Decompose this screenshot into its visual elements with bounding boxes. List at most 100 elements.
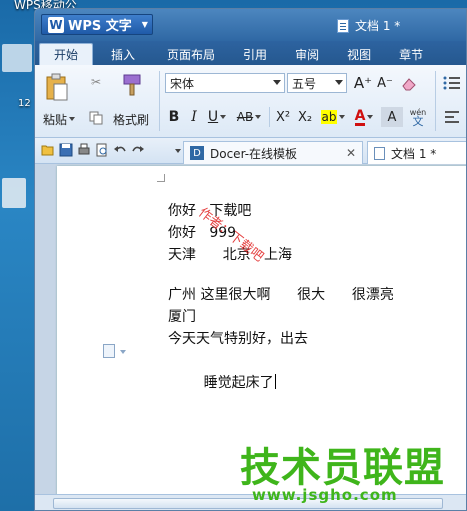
ribbon-tabs: 开始 插入 页面布局 引用 审阅 视图 章节 [35,41,466,65]
char-shading-text: A [387,109,397,125]
save-icon[interactable] [59,143,73,157]
undo-icon[interactable] [113,143,127,157]
separator [269,107,270,127]
chevron-down-icon [255,115,262,119]
horizontal-scrollbar[interactable] [35,494,466,510]
clear-format-button[interactable] [399,73,419,93]
app-menu-button[interactable]: W WPS 文字 ▼ [41,14,153,35]
print-preview-icon[interactable] [95,143,109,157]
highlight-text: ab [320,110,338,124]
grow-font-text: A⁺ [353,74,373,92]
document-line-8-text: 睡觉起床了 [203,375,274,391]
format-painter-icon[interactable] [119,71,145,99]
tab-home[interactable]: 开始 [39,43,94,65]
brush-icon [123,74,141,96]
subscript-button[interactable]: X₂ [295,107,315,127]
close-icon[interactable]: ✕ [346,146,356,160]
align-left-button[interactable] [439,107,465,127]
superscript-text: X² [275,109,291,125]
doc-tab-document1-label: 文档 1 * [391,146,437,161]
site-watermark: 技术员联盟 [240,445,445,491]
copy-icon [89,111,103,125]
title-bar: W WPS 文字 ▼ 文档 1 * [35,9,466,41]
doc-tab-document1[interactable]: 文档 1 * [367,141,466,164]
doc-tab-docer[interactable]: D Docer-在线模板 ✕ [183,141,363,164]
document-line-7[interactable]: 今天天气特别好，出去 [168,328,308,350]
char-shading-button[interactable]: A [381,107,403,127]
italic-text: I [191,109,197,125]
doc-tab-docer-label: Docer-在线模板 [210,146,298,161]
separator [435,71,436,131]
tab-page-layout[interactable]: 页面布局 [153,43,229,65]
highlight-button[interactable]: ab [319,107,347,127]
desktop-icon-2[interactable] [2,178,26,208]
document-line-8[interactable]: 睡觉起床了 [168,350,276,416]
cut-button[interactable]: ✂ [87,73,105,91]
document-line-6[interactable]: 厦门 [168,306,196,328]
paragraph-layout-icon[interactable] [103,344,115,358]
bold-text: B [168,109,180,125]
superscript-button[interactable]: X² [273,107,293,127]
chevron-down-icon [273,80,281,85]
document-icon [374,146,385,160]
pinyin-char: 文 [412,115,424,128]
document-line-5[interactable]: 广州 这里很大啊 很大 很漂亮 [168,284,394,306]
font-color-text: A [354,107,366,126]
redo-icon[interactable] [131,143,145,157]
format-painter-label[interactable]: 格式刷 [109,111,153,127]
tab-view[interactable]: 视图 [333,43,385,65]
document-icon [337,18,349,33]
strikethrough-button[interactable]: AB [233,107,265,127]
eraser-icon [402,78,416,91]
tab-review[interactable]: 审阅 [281,43,333,65]
desktop-icon-label-2: 12 [18,98,31,109]
underline-button[interactable]: U [205,107,229,127]
document-line-3[interactable]: 天津 北京 上海 [168,244,292,266]
paste-label[interactable]: 粘贴 [41,111,77,127]
tab-section[interactable]: 章节 [385,43,437,65]
document-title-text: 文档 1 * [355,19,401,33]
margin-corner-mark [157,174,165,182]
list-icon [443,76,460,90]
docer-icon: D [190,146,204,160]
open-folder-icon[interactable] [41,143,55,157]
italic-button[interactable]: I [185,107,203,127]
shrink-font-button[interactable]: A⁻ [375,73,395,93]
chevron-down-icon: ▼ [141,20,148,29]
chevron-down-icon [69,117,75,121]
customize-toolbar-caret-icon[interactable] [175,149,181,153]
document-title: 文档 1 * [337,17,400,34]
bold-button[interactable]: B [165,107,183,127]
bullets-button[interactable] [439,73,465,93]
tab-insert[interactable]: 插入 [93,43,153,65]
subscript-text: X₂ [297,109,313,125]
wps-logo-icon: W [48,16,64,33]
chevron-down-icon [339,115,346,119]
text-cursor [274,374,276,389]
copy-button[interactable] [87,109,105,127]
font-size-select[interactable]: 五号 [287,73,347,93]
ribbon-panel: 粘贴 ✂ 格式刷 宋体 五号 A⁺ A⁻ B I U AB X² X₂ ab A… [35,65,466,138]
underline-text: U [207,109,219,125]
site-watermark-url: www.jsgho.com [252,486,398,504]
print-icon[interactable] [77,143,91,157]
shrink-font-text: A⁻ [377,75,393,91]
chevron-down-icon[interactable] [120,350,126,354]
paste-text: 粘贴 [42,112,67,127]
font-size-value: 五号 [292,76,317,91]
app-name: WPS 文字 [68,19,132,34]
pinyin-button[interactable]: wén 文 [405,105,431,129]
desktop-icon[interactable] [2,44,32,72]
font-name-value: 宋体 [170,76,195,91]
align-left-icon [445,111,459,123]
separator [159,71,160,131]
chevron-down-icon [335,80,343,85]
font-name-select[interactable]: 宋体 [165,73,285,93]
paste-button[interactable] [43,71,71,105]
font-color-button[interactable]: A [351,107,377,127]
grow-font-button[interactable]: A⁺ [353,73,373,93]
clipboard-icon [46,73,68,101]
chevron-down-icon [367,115,374,119]
strike-text: AB [236,110,254,124]
tab-references[interactable]: 引用 [229,43,281,65]
